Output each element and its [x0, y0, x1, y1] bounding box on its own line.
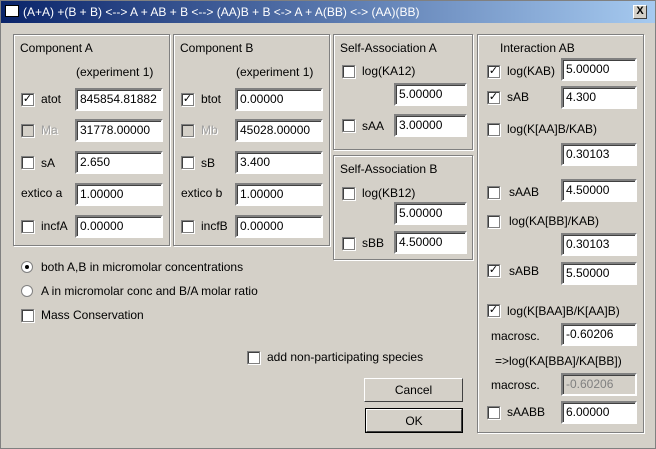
sbb-label: sBB [362, 236, 385, 250]
non-participating-label: add non-participating species [267, 350, 424, 364]
component-a-title: Component A [20, 41, 93, 55]
incfa-label: incfA [41, 219, 68, 233]
sa-label: sA [41, 156, 56, 170]
logkab-field[interactable]: 5.00000 [561, 58, 637, 81]
logkab-checkbox[interactable]: ✓ [487, 65, 500, 78]
component-a-experiment: (experiment 1) [76, 65, 154, 79]
logkaab-checkbox[interactable] [487, 123, 500, 136]
logka12-checkbox[interactable] [342, 65, 355, 78]
incfb-field[interactable]: 0.00000 [235, 215, 323, 238]
mass-conservation-label: Mass Conservation [41, 308, 144, 322]
incfa-field[interactable]: 0.00000 [75, 215, 163, 238]
sab-label: sAB [507, 90, 530, 104]
sab-checkbox[interactable]: ✓ [487, 91, 500, 104]
radio-molar-ratio-label: A in micromolar conc and B/A molar ratio [41, 284, 258, 298]
logka12-field[interactable]: 5.00000 [394, 83, 467, 106]
self-association-a-title: Self-Association A [340, 41, 437, 55]
macrosc-field[interactable]: -0.60206 [561, 323, 637, 346]
component-b-title: Component B [180, 41, 254, 55]
btot-checkbox[interactable]: ✓ [181, 93, 194, 106]
sb-label: sB [201, 156, 216, 170]
mb-checkbox [181, 124, 194, 137]
btot-label: btot [201, 92, 222, 106]
radio-molar-ratio[interactable] [21, 285, 33, 297]
ok-button[interactable]: OK [365, 408, 463, 433]
logkabb-label: log(KA[BB]/KAB) [509, 214, 600, 228]
macrosc-2-label: macrosc. [491, 378, 540, 392]
incfb-checkbox[interactable] [181, 220, 194, 233]
sabb-checkbox[interactable]: ✓ [487, 264, 500, 277]
logkaab-field[interactable]: 0.30103 [561, 143, 637, 166]
logkab-label: log(KAB) [507, 64, 556, 78]
mb-label: Mb [201, 123, 218, 137]
title-bar: (A+A) +(B + B) <--> A + AB + B <--> (AA)… [1, 1, 655, 23]
sabb-field[interactable]: 5.50000 [561, 262, 637, 285]
logkbaa-label: log(K[BAA]B/K[AA]B) [507, 304, 620, 318]
saab-field[interactable]: 4.50000 [561, 179, 637, 202]
sabb-label: sABB [509, 264, 540, 278]
interaction-ab-title: Interaction AB [500, 41, 575, 55]
saab-label: sAAB [509, 185, 540, 199]
atot-label: atot [41, 92, 62, 106]
atot-field[interactable]: 845854.81882 [75, 88, 163, 111]
logkabb-checkbox[interactable] [487, 215, 500, 228]
logka12-label: log(KA12) [362, 64, 416, 78]
dialog-window: (A+A) +(B + B) <--> A + AB + B <--> (AA)… [0, 0, 656, 449]
mass-conservation-checkbox[interactable] [21, 309, 34, 322]
saa-label: sAA [362, 119, 385, 133]
logkabb-field[interactable]: 0.30103 [561, 233, 637, 256]
incfb-label: incfB [201, 219, 228, 233]
atot-checkbox[interactable]: ✓ [21, 93, 34, 106]
extico-a-label: extico a [21, 186, 63, 200]
self-association-b-title: Self-Association B [340, 162, 438, 176]
saabb-label: sAABB [507, 405, 546, 419]
saa-checkbox[interactable] [342, 119, 355, 132]
sa-checkbox[interactable] [21, 156, 34, 169]
extico-b-field[interactable]: 1.00000 [235, 183, 323, 206]
sbb-field[interactable]: 4.50000 [394, 231, 467, 254]
mb-field[interactable]: 45028.00000 [235, 119, 323, 142]
extico-b-label: extico b [181, 186, 223, 200]
sb-checkbox[interactable] [181, 156, 194, 169]
saa-field[interactable]: 3.00000 [394, 114, 467, 137]
derived-label: =>log(KA[BBA]/KA[BB]) [495, 354, 622, 368]
incfa-checkbox[interactable] [21, 220, 34, 233]
btot-field[interactable]: 0.00000 [235, 88, 323, 111]
app-icon [5, 5, 19, 17]
extico-a-field[interactable]: 1.00000 [75, 183, 163, 206]
logkbaa-checkbox[interactable]: ✓ [487, 304, 500, 317]
radio-micromolar-both[interactable] [21, 261, 33, 273]
cancel-button[interactable]: Cancel [364, 378, 463, 402]
macrosc-2-field: -0.60206 [561, 373, 637, 396]
sb-field[interactable]: 3.400 [235, 151, 323, 174]
radio-selected-dot [25, 265, 29, 269]
window-title: (A+A) +(B + B) <--> A + AB + B <--> (AA)… [23, 5, 420, 19]
logkb12-field[interactable]: 5.00000 [394, 202, 467, 225]
logkb12-checkbox[interactable] [342, 187, 355, 200]
radio-micromolar-both-label: both A,B in micromolar concentrations [41, 260, 244, 274]
ma-checkbox [21, 124, 34, 137]
saabb-checkbox[interactable] [487, 406, 500, 419]
ma-label: Ma [41, 123, 58, 137]
saab-checkbox[interactable] [487, 186, 500, 199]
ma-field[interactable]: 31778.00000 [75, 119, 163, 142]
saabb-field[interactable]: 6.00000 [561, 401, 637, 424]
component-b-experiment: (experiment 1) [236, 65, 314, 79]
close-button[interactable]: X [633, 5, 647, 19]
non-participating-checkbox[interactable] [247, 351, 260, 364]
sa-field[interactable]: 2.650 [75, 151, 163, 174]
logkaab-label: log(K[AA]B/KAB) [507, 122, 598, 136]
sab-field[interactable]: 4.300 [561, 86, 637, 109]
logkb12-label: log(KB12) [362, 186, 416, 200]
sbb-checkbox[interactable] [342, 237, 355, 250]
macrosc-label: macrosc. [491, 329, 540, 343]
